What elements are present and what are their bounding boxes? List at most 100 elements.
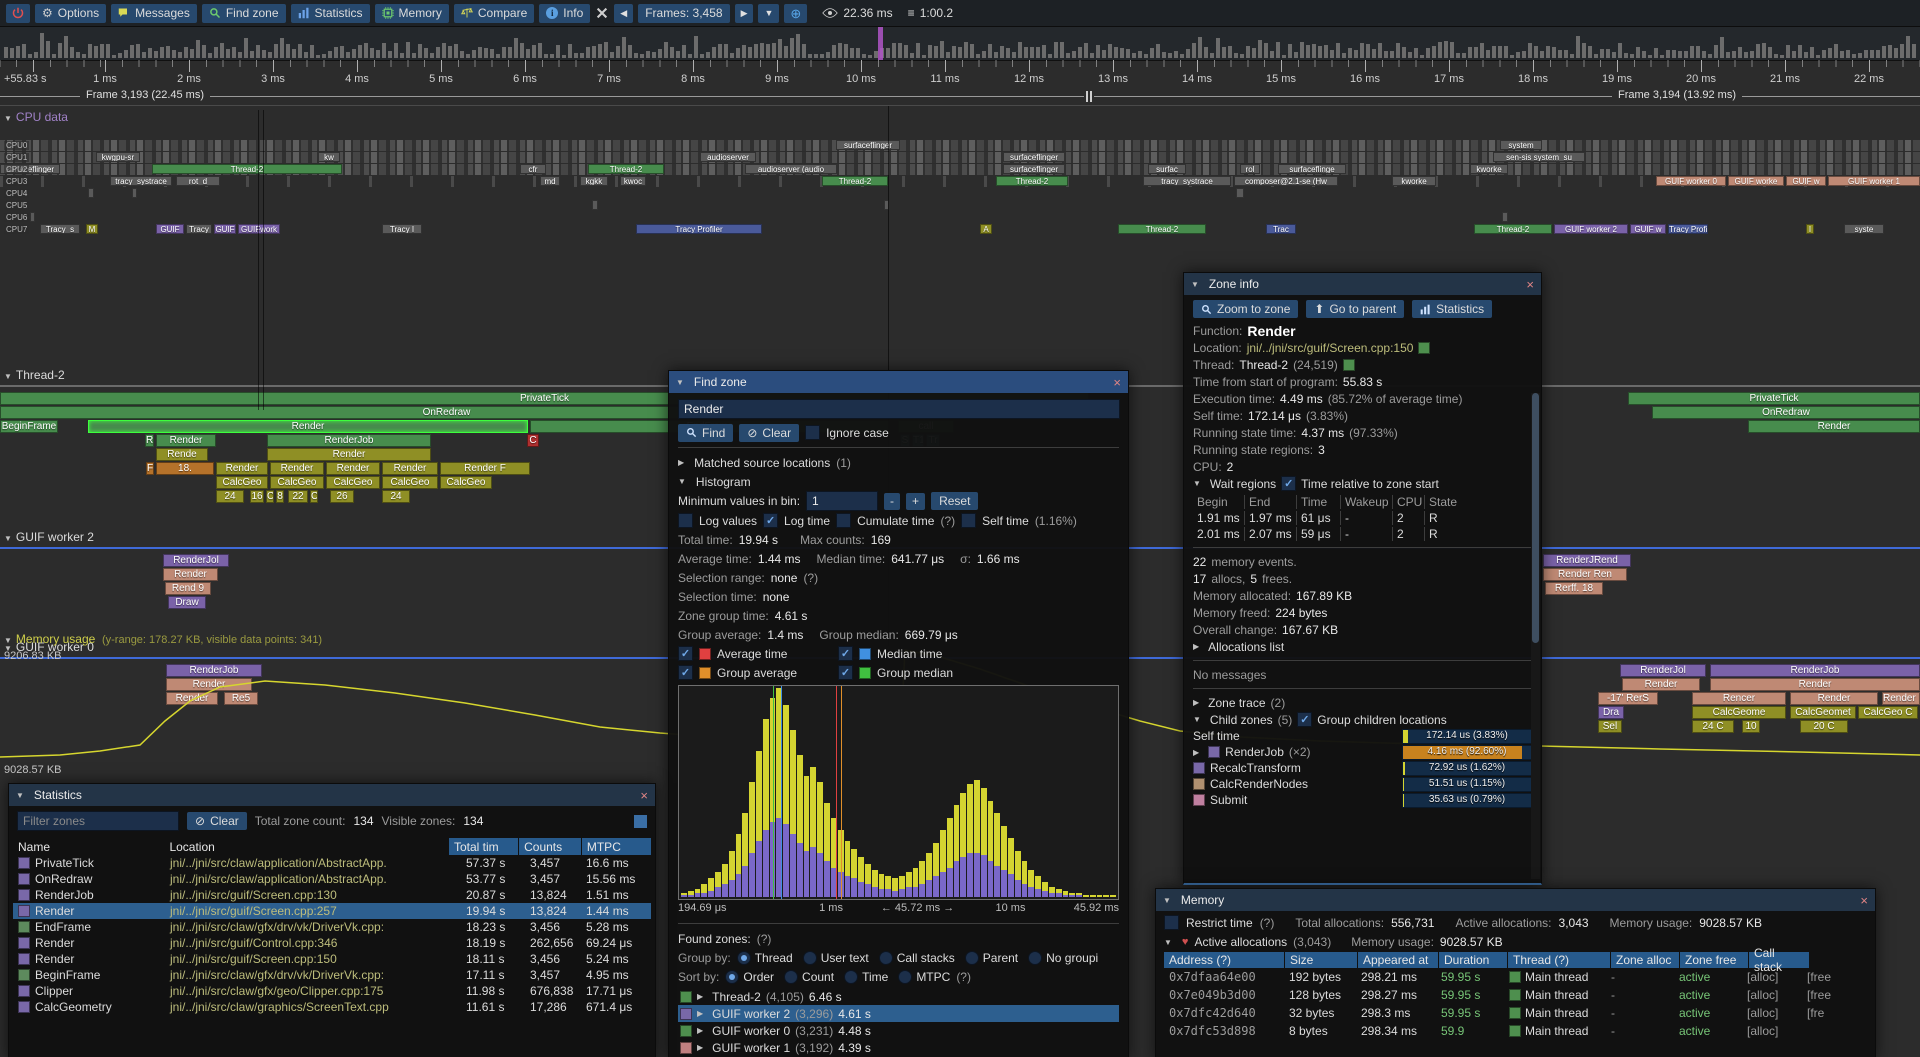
column-header[interactable]: Duration — [1439, 952, 1507, 968]
min-bin-increase-button[interactable]: + — [906, 493, 925, 510]
ignore-case-checkbox[interactable] — [805, 425, 820, 440]
go-to-parent-button[interactable]: ⬆Go to parent — [1306, 300, 1404, 318]
timeline-zone[interactable]: CalcGeo — [382, 476, 438, 489]
radio-button[interactable] — [879, 951, 893, 965]
next-frame-button[interactable]: ▶ — [735, 4, 754, 23]
timeline-zone[interactable]: 26 — [330, 490, 354, 503]
cpu-zone[interactable]: Thread-2 — [1474, 224, 1552, 234]
legend-item[interactable]: Average time — [678, 644, 838, 663]
histogram-header[interactable]: ▼ Histogram — [678, 472, 1119, 491]
cpu-zone[interactable]: kworke — [1392, 176, 1436, 186]
legend-checkbox[interactable] — [838, 646, 853, 661]
cpu-zone[interactable]: kw — [318, 152, 340, 162]
wait-column-header[interactable]: Wakeup — [1341, 495, 1393, 509]
cpu-zone[interactable]: rol — [1240, 164, 1260, 174]
timeline-zone[interactable]: RenderJol — [163, 554, 229, 567]
min-bin-decrease-button[interactable]: - — [884, 493, 900, 510]
cpu-zone[interactable]: Thread-2 — [996, 176, 1068, 186]
close-icon[interactable]: × — [640, 788, 648, 803]
child-zone-row[interactable]: RecalcTransform72.92 us (1.62%) — [1193, 760, 1532, 776]
timeline-zone[interactable]: Render — [382, 462, 438, 475]
frame-dropdown-button[interactable]: ▼ — [758, 4, 779, 23]
timeline-zone[interactable]: R — [145, 434, 154, 447]
timeline-zone[interactable]: CalcGeo — [326, 476, 380, 489]
column-header[interactable]: Zone free — [1680, 952, 1748, 968]
find-zone-button[interactable]: Find zone — [202, 4, 286, 23]
cpu-zone[interactable]: A — [980, 224, 992, 234]
close-icon[interactable]: × — [1860, 893, 1868, 908]
table-row[interactable]: Renderjni/../jni/src/guif/Screen.cpp:150… — [13, 951, 651, 967]
timeline-zone[interactable]: Render — [270, 462, 324, 475]
cpu-zone[interactable]: GUIF — [156, 224, 184, 234]
cpu-zone[interactable]: tracy_systrace — [110, 176, 172, 186]
cpu-zone[interactable] — [1236, 188, 1244, 198]
collapse-icon[interactable]: ▼ — [16, 791, 24, 800]
timeline-zone[interactable]: 8 — [276, 490, 284, 503]
info-button[interactable]: iInfo — [539, 4, 590, 23]
collapse-icon[interactable]: ▼ — [676, 378, 684, 387]
cpu-zone[interactable]: cfr — [520, 164, 546, 174]
allocations-list-header[interactable]: ▶Allocations list — [1193, 638, 1532, 655]
wait-column-header[interactable]: Time — [1297, 495, 1341, 509]
cpu-zone[interactable]: GUIF — [214, 224, 236, 234]
radio-button[interactable] — [725, 970, 739, 984]
allocation-row[interactable]: 0x7dfc42d64032 bytes298.3 ms59.95 sMain … — [1164, 1004, 1867, 1022]
column-header[interactable]: MTPC — [582, 838, 651, 855]
find-zone-titlebar[interactable]: ▼ Find zone × — [669, 371, 1128, 393]
cpu-zone[interactable] — [132, 188, 137, 198]
group-by-option[interactable]: User text — [803, 951, 869, 965]
cpu-zone[interactable]: M — [86, 224, 98, 234]
legend-item[interactable]: Group average — [678, 663, 838, 682]
cpu-zone[interactable]: surfaceflinger — [1003, 152, 1065, 162]
wait-column-header[interactable]: Begin — [1193, 495, 1245, 509]
cpu-zone[interactable]: surfac — [1148, 164, 1186, 174]
zone-group-row[interactable]: ▶GUIF worker 1(3,192)4.39 s — [678, 1039, 1119, 1056]
group-by-option[interactable]: Thread — [737, 951, 793, 965]
group-by-option[interactable]: Call stacks — [879, 951, 955, 965]
wait-table-row[interactable]: 2.01 ms2.07 ms59 μs-2R — [1193, 526, 1532, 542]
matched-locations-header[interactable]: ▶ Matched source locations (1) — [678, 453, 1119, 472]
timeline-zone[interactable]: Rende — [156, 448, 208, 461]
timeline-zone[interactable]: C — [527, 434, 539, 447]
min-bin-input[interactable] — [806, 491, 878, 511]
column-header[interactable]: Total tim — [449, 838, 518, 855]
timeline-zone[interactable]: 24 — [382, 490, 410, 503]
tools-icon[interactable] — [595, 6, 609, 20]
filter-zones-input[interactable] — [17, 811, 179, 831]
table-row[interactable]: PrivateTickjni/../jni/src/claw/applicati… — [13, 855, 651, 871]
child-zones-header[interactable]: ▼ Child zones (5) Group children locatio… — [1193, 711, 1532, 728]
child-zone-row[interactable]: ▶RenderJob(×2)4.16 ms (92.60%) — [1193, 744, 1532, 760]
timeline-zone[interactable]: Rend 9 — [165, 582, 211, 595]
column-header[interactable]: Size — [1285, 952, 1357, 968]
column-header[interactable]: Thread (?) — [1508, 952, 1610, 968]
cpu-zone[interactable]: surfaceflinge — [1278, 164, 1346, 174]
timeline-zone[interactable]: 22 — [288, 490, 308, 503]
child-zone-row[interactable]: CalcRenderNodes51.51 us (1.15%) — [1193, 776, 1532, 792]
timeline-zone[interactable]: C — [266, 490, 274, 503]
table-row[interactable]: RenderJobjni/../jni/src/guif/Screen.cpp:… — [13, 887, 651, 903]
timeline-zone[interactable]: Render — [163, 568, 218, 581]
radio-button[interactable] — [737, 951, 751, 965]
cpu-zone[interactable]: rot_d — [176, 176, 220, 186]
sort-by-option[interactable]: MTPC — [898, 970, 950, 984]
timeline-zone[interactable]: BeginFrame — [0, 420, 58, 433]
cpu-zone[interactable]: kwgpu-sr — [96, 152, 140, 162]
sort-by-option[interactable]: Count — [784, 970, 834, 984]
cpu-zone[interactable]: Trac — [1266, 224, 1296, 234]
cpu-zone[interactable]: Tracy — [186, 224, 212, 234]
frame-minimap[interactable] — [0, 26, 1920, 61]
cpu-zone[interactable] — [592, 200, 598, 210]
legend-checkbox[interactable] — [678, 665, 693, 680]
frame-bar[interactable]: Frame 3,193 (22.45 ms) Frame 3,194 (13.9… — [0, 88, 1920, 106]
memory-titlebar[interactable]: ▼ Memory × — [1156, 889, 1875, 911]
column-header[interactable]: Address (?) — [1164, 952, 1284, 968]
cpu-zone[interactable] — [30, 212, 35, 222]
power-button[interactable] — [6, 4, 30, 23]
log-values-checkbox[interactable] — [678, 513, 693, 528]
cpu-zone[interactable]: Thread-2 — [822, 176, 888, 186]
table-row[interactable]: EndFramejni/../jni/src/claw/gfx/drv/vk/D… — [13, 919, 651, 935]
table-row[interactable]: OnRedrawjni/../jni/src/claw/application/… — [13, 871, 651, 887]
relative-time-checkbox[interactable] — [1281, 476, 1296, 491]
timeline-zone[interactable]: Rerff. 18 — [1545, 582, 1603, 595]
child-zone-row[interactable]: Submit35.63 us (0.79%) — [1193, 792, 1532, 808]
